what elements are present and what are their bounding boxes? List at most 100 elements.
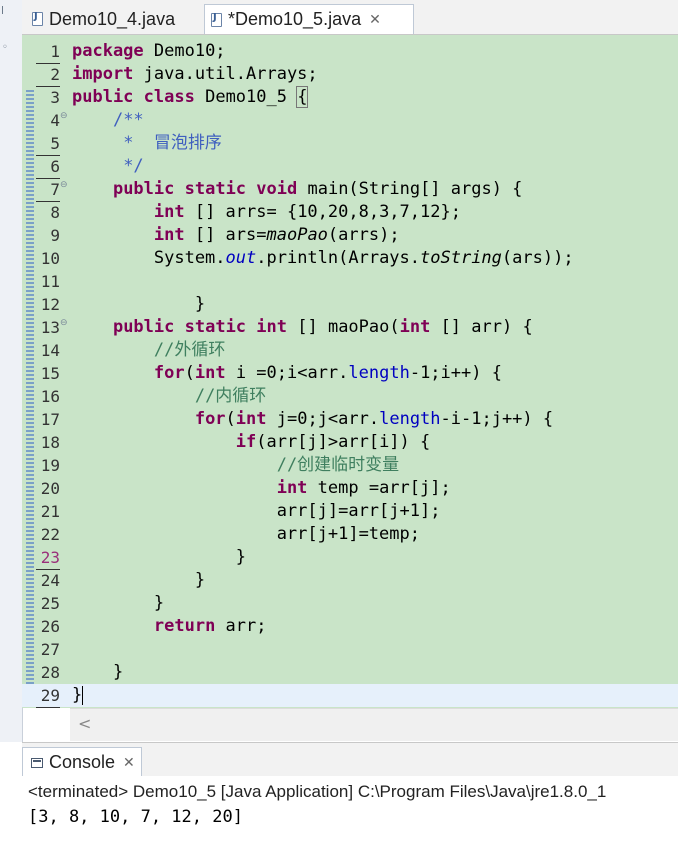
java-file-icon bbox=[211, 12, 222, 27]
console-output[interactable]: [3, 8, 10, 7, 12, 20] bbox=[28, 807, 243, 827]
code-line[interactable]: 17 for(int j=0;j<arr.length-i-1;j++) { bbox=[22, 408, 678, 431]
code-line[interactable]: 6 */ bbox=[22, 155, 678, 179]
code-text: package Demo10; bbox=[72, 41, 226, 61]
panel-edge-icon: ◦ bbox=[2, 42, 8, 53]
line-number: 24 bbox=[40, 571, 60, 590]
code-line[interactable]: 20 int temp =arr[j]; bbox=[22, 477, 678, 500]
code-line[interactable]: 13 ⊖ public static int [] maoPao(int [] a… bbox=[22, 316, 678, 339]
code-line[interactable]: 11 bbox=[22, 270, 678, 293]
code-text: int temp =arr[j]; bbox=[276, 478, 451, 498]
tab-demo10-5[interactable]: *Demo10_5.java ✕ bbox=[204, 4, 414, 34]
code-text: import java.util.Arrays; bbox=[72, 64, 318, 84]
line-number: 15 bbox=[40, 364, 60, 383]
left-side-panel: ◦ bbox=[0, 0, 23, 742]
code-line[interactable]: 28 } bbox=[22, 661, 678, 685]
code-line[interactable]: 2 import java.util.Arrays; bbox=[22, 63, 678, 87]
line-number: 5 bbox=[36, 132, 60, 156]
code-text: //创建临时变量 bbox=[276, 455, 400, 475]
panel-edge-mark bbox=[2, 6, 11, 14]
code-text: arr[j]=arr[j+1]; bbox=[72, 501, 441, 521]
code-text: public static int [] maoPao(int [] arr) … bbox=[112, 317, 533, 337]
line-number: 4 bbox=[50, 111, 60, 130]
line-number: 23 bbox=[36, 546, 60, 570]
tab-console[interactable]: Console ✕ bbox=[22, 747, 142, 777]
line-number: 26 bbox=[40, 617, 60, 636]
code-text: int [] arrs= {10,20,8,3,7,12}; bbox=[153, 202, 461, 222]
code-text: /** bbox=[112, 110, 144, 130]
code-text: } bbox=[72, 685, 84, 705]
fold-collapse-icon[interactable]: ⊖ bbox=[60, 180, 68, 190]
line-number: 10 bbox=[40, 249, 60, 268]
code-line[interactable]: 22 arr[j+1]=temp; bbox=[22, 523, 678, 546]
line-number: 27 bbox=[40, 640, 60, 659]
code-text: //外循环 bbox=[153, 340, 226, 360]
code-text: } bbox=[72, 547, 246, 567]
console-status: <terminated> Demo10_5 [Java Application]… bbox=[28, 782, 607, 801]
scroll-left-icon[interactable]: < bbox=[78, 714, 91, 733]
code-line[interactable]: 24 } bbox=[22, 569, 678, 592]
code-line[interactable]: 1 package Demo10; bbox=[22, 40, 678, 64]
line-number: 3 bbox=[50, 88, 60, 107]
code-line[interactable]: 5 * 冒泡排序 bbox=[22, 132, 678, 156]
fold-collapse-icon[interactable]: ⊖ bbox=[60, 318, 68, 328]
line-number: 19 bbox=[40, 456, 60, 475]
code-text: public class Demo10_5 { bbox=[72, 86, 309, 108]
code-text: } bbox=[72, 662, 124, 682]
line-number: 25 bbox=[40, 594, 60, 613]
line-number: 1 bbox=[36, 40, 60, 64]
code-text: if(arr[j]>arr[i]) { bbox=[235, 432, 431, 452]
code-text: * 冒泡排序 bbox=[112, 133, 222, 153]
tab-label: Demo10_4.java bbox=[49, 8, 176, 29]
tab-demo10-4[interactable]: Demo10_4.java bbox=[26, 4, 202, 34]
line-number: 16 bbox=[40, 387, 60, 406]
code-line[interactable]: 10 System.out.println(Arrays.toString(ar… bbox=[22, 247, 678, 270]
line-number: 8 bbox=[50, 203, 60, 222]
console-tab-label: Console bbox=[49, 752, 116, 772]
code-line[interactable]: 21 arr[j]=arr[j+1]; bbox=[22, 500, 678, 523]
code-line[interactable]: 29} bbox=[22, 684, 678, 708]
line-number: 6 bbox=[36, 155, 60, 179]
line-number: 21 bbox=[40, 502, 60, 521]
code-line[interactable]: 26 return arr; bbox=[22, 615, 678, 638]
code-line[interactable]: 8 int [] arrs= {10,20,8,3,7,12}; bbox=[22, 201, 678, 224]
close-icon[interactable]: ✕ bbox=[123, 755, 135, 771]
line-number: 13 bbox=[40, 318, 60, 337]
code-text: arr[j+1]=temp; bbox=[72, 524, 420, 544]
line-number: 18 bbox=[40, 433, 60, 452]
close-icon[interactable]: ✕ bbox=[369, 12, 381, 28]
code-text: int [] ars=maoPao(arrs); bbox=[153, 225, 400, 245]
horizontal-scrollbar[interactable]: < bbox=[70, 708, 678, 741]
line-number: 2 bbox=[36, 63, 60, 87]
console-tab-bar: Console ✕ bbox=[22, 742, 678, 777]
code-line[interactable]: 9 int [] ars=maoPao(arrs); bbox=[22, 224, 678, 247]
code-text: System.out.println(Arrays.toString(ars))… bbox=[72, 248, 574, 268]
fold-collapse-icon[interactable]: ⊖ bbox=[60, 111, 68, 121]
code-line[interactable]: 15 for(int i =0;i<arr.length-1;i++) { bbox=[22, 362, 678, 385]
code-line[interactable]: 7 ⊖ public static void main(String[] args… bbox=[22, 178, 678, 202]
code-line[interactable]: 25 } bbox=[22, 592, 678, 615]
code-line[interactable]: 19 //创建临时变量 bbox=[22, 454, 678, 477]
console-view[interactable]: <terminated> Demo10_5 [Java Application]… bbox=[22, 776, 678, 865]
code-line[interactable]: 16 //内循环 bbox=[22, 385, 678, 408]
code-line[interactable]: 14 //外循环 bbox=[22, 339, 678, 362]
line-number: 22 bbox=[40, 525, 60, 544]
code-text: for(int i =0;i<arr.length-1;i++) { bbox=[153, 363, 502, 383]
line-number: 17 bbox=[40, 410, 60, 429]
code-text: } bbox=[72, 593, 165, 613]
code-editor[interactable]: 1 package Demo10; 2 import java.util.Arrays… bbox=[22, 35, 678, 708]
line-number: 20 bbox=[40, 479, 60, 498]
code-text: public static void main(String[] args) { bbox=[112, 179, 523, 199]
line-number: 11 bbox=[40, 272, 60, 291]
line-number: 28 bbox=[36, 661, 60, 685]
editor-tab-bar: Demo10_4.java *Demo10_5.java ✕ bbox=[22, 0, 678, 35]
line-number: 14 bbox=[40, 341, 60, 360]
code-line[interactable]: 27 bbox=[22, 638, 678, 661]
code-line[interactable]: 18 if(arr[j]>arr[i]) { bbox=[22, 431, 678, 454]
code-line[interactable]: 4 ⊖ /** bbox=[22, 109, 678, 132]
code-text: return arr; bbox=[153, 616, 267, 636]
code-line[interactable]: 12 } bbox=[22, 293, 678, 316]
line-number: 9 bbox=[50, 226, 60, 245]
code-line[interactable]: 3 public class Demo10_5 { bbox=[22, 86, 678, 109]
line-number: 7 bbox=[36, 178, 60, 202]
code-line[interactable]: 23 } bbox=[22, 546, 678, 570]
